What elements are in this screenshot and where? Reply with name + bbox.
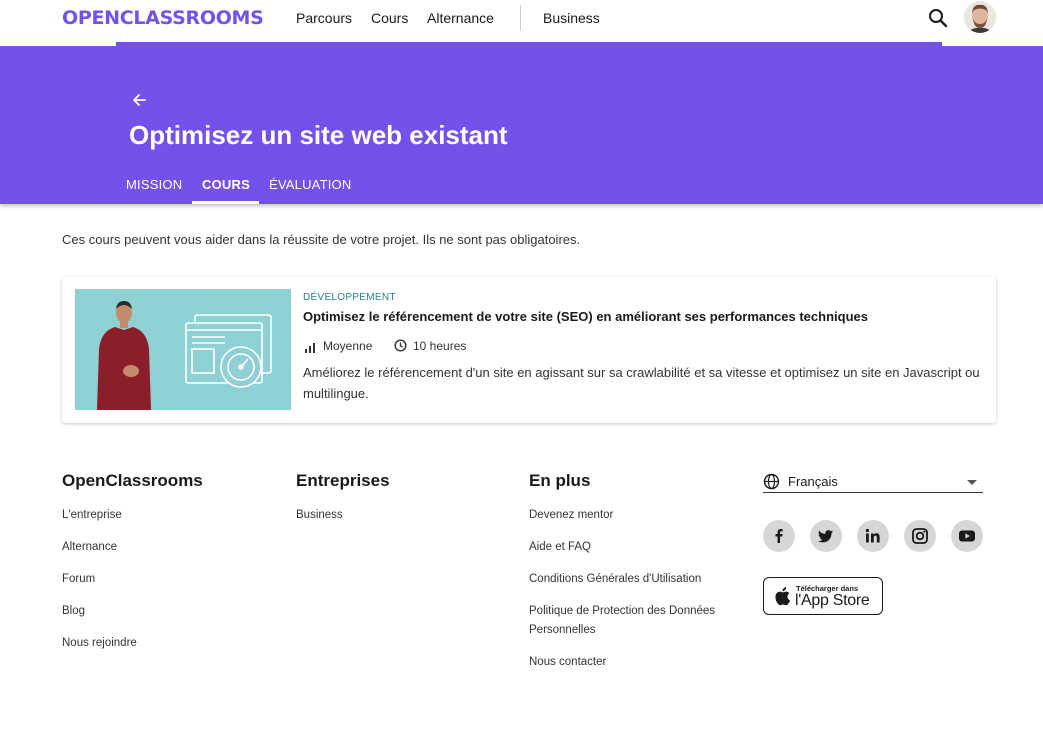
nav-cours[interactable]: Cours	[371, 10, 408, 26]
youtube-icon[interactable]	[951, 520, 983, 552]
footer-link-nous-contacter[interactable]: Nous contacter	[529, 653, 606, 672]
apple-icon	[772, 585, 792, 607]
hero-top-edge-right	[942, 42, 1043, 46]
footer-heading-entreprises: Entreprises	[296, 471, 390, 490]
language-select[interactable]: Français	[788, 474, 838, 489]
footer-link-devenez-mentor[interactable]: Devenez mentor	[529, 506, 613, 525]
twitter-icon[interactable]	[810, 520, 842, 552]
back-arrow-icon[interactable]	[131, 92, 147, 108]
hero-top-edge-left	[0, 42, 116, 46]
footer-link-aide-faq[interactable]: Aide et FAQ	[529, 538, 591, 557]
course-thumbnail[interactable]	[75, 289, 291, 410]
footer-link-business[interactable]: Business	[296, 506, 343, 525]
course-title[interactable]: Optimisez le référencement de votre site…	[303, 309, 868, 324]
footer-heading-en-plus: En plus	[529, 471, 591, 490]
footer-link-cgu[interactable]: Conditions Générales d'Utilisation	[529, 570, 701, 589]
linkedin-icon[interactable]	[857, 520, 889, 552]
globe-icon	[763, 473, 780, 490]
tab-mission[interactable]: MISSION	[126, 177, 182, 192]
active-tab-indicator	[192, 201, 259, 204]
course-duration: 10 heures	[413, 339, 467, 353]
footer-link-entreprise[interactable]: L'entreprise	[62, 506, 122, 525]
openclassrooms-logo[interactable]: OPENCLASSROOMS	[62, 7, 264, 29]
top-navbar: OPENCLASSROOMS Parcours Cours Alternance…	[0, 0, 1043, 42]
footer-link-alternance[interactable]: Alternance	[62, 538, 117, 557]
course-description: Améliorez le référencement d'un site en …	[303, 365, 980, 401]
nav-business[interactable]: Business	[543, 10, 600, 26]
difficulty-bars-icon	[305, 340, 316, 353]
footer-link-politique-donnees[interactable]: Politique de Protection des Données Pers…	[529, 602, 744, 640]
app-store-big-text: l'App Store	[795, 592, 870, 609]
facebook-icon[interactable]	[763, 520, 795, 552]
clock-icon	[394, 339, 407, 352]
instagram-icon[interactable]	[904, 520, 936, 552]
nav-parcours[interactable]: Parcours	[296, 10, 352, 26]
chevron-down-icon[interactable]	[967, 480, 977, 485]
footer-link-blog[interactable]: Blog	[62, 602, 85, 621]
nav-divider	[520, 5, 521, 31]
footer-link-nous-rejoindre[interactable]: Nous rejoindre	[62, 634, 137, 653]
app-store-badge[interactable]: Télécharger dans l'App Store	[763, 577, 883, 615]
intro-text: Ces cours peuvent vous aider dans la réu…	[62, 232, 581, 247]
course-level: Moyenne	[323, 339, 373, 353]
page-title: Optimisez un site web existant	[129, 120, 508, 150]
tab-cours[interactable]: COURS	[202, 177, 250, 192]
nav-alternance[interactable]: Alternance	[427, 10, 494, 26]
footer-link-forum[interactable]: Forum	[62, 570, 95, 589]
search-icon[interactable]	[928, 8, 948, 28]
user-avatar[interactable]	[964, 1, 996, 33]
course-category: DÉVELOPPEMENT	[303, 292, 396, 303]
language-select-underline	[763, 492, 983, 493]
footer-heading-openclassrooms: OpenClassrooms	[62, 471, 203, 490]
tab-evaluation[interactable]: ÉVALUATION	[269, 177, 351, 192]
